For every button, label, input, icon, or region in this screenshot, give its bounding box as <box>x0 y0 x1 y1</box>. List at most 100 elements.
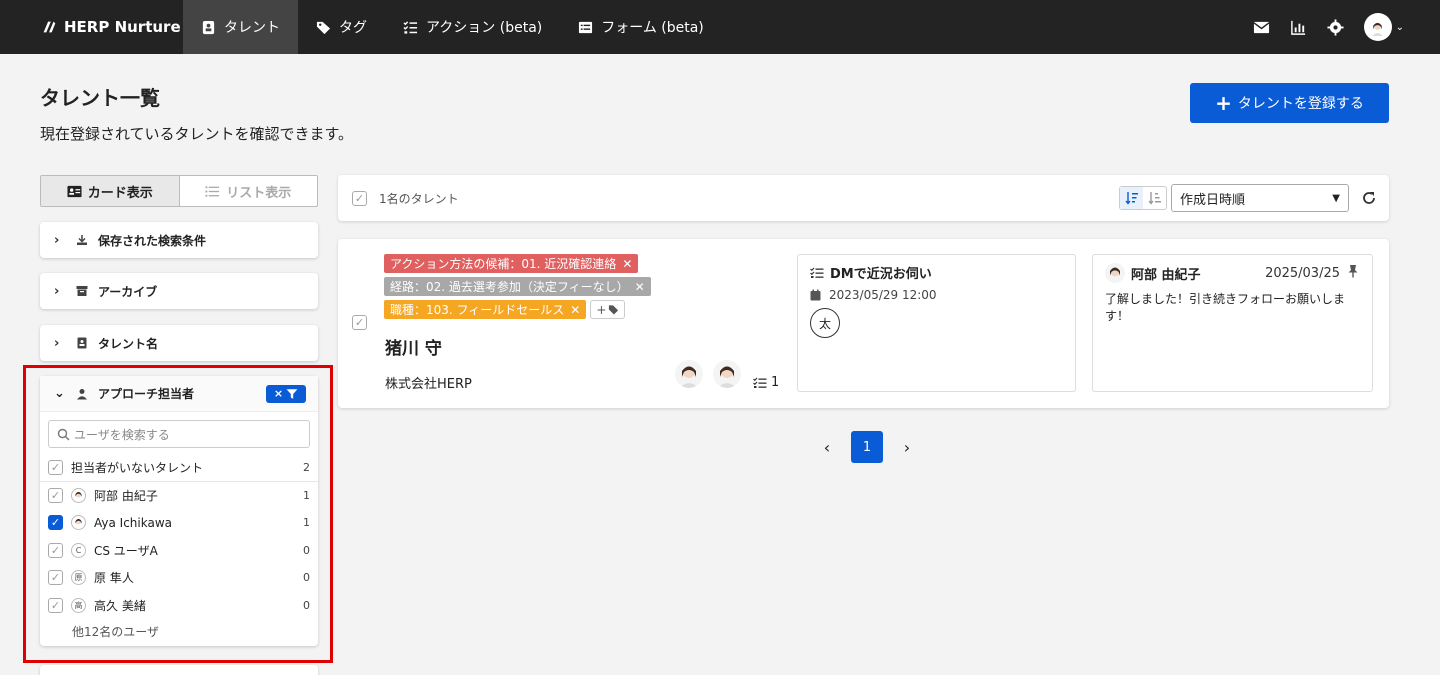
checklist-icon <box>753 377 767 388</box>
talent-card[interactable]: ✓ アクション方法の候補：01. 近況確認連絡 ✕ 経路：02. 過去選考参加（… <box>338 239 1389 408</box>
sort-direction-toggle <box>1119 186 1167 210</box>
list-icon <box>205 185 220 197</box>
user-search-input[interactable]: ユーザを検索する <box>48 420 310 448</box>
remove-tag-icon[interactable]: ✕ <box>570 303 580 317</box>
talent-checkbox[interactable]: ✓ <box>352 315 367 330</box>
user-count: 0 <box>303 543 310 557</box>
nav-item-form[interactable]: フォーム (beta) <box>560 0 722 54</box>
user-count: 0 <box>303 598 310 612</box>
gear-icon[interactable] <box>1327 18 1344 36</box>
action-owner-avatar: 太 <box>810 308 840 338</box>
search-icon <box>57 428 70 440</box>
checkbox[interactable]: ✓ <box>48 597 63 613</box>
avatar <box>1105 263 1125 283</box>
badge-icon <box>202 20 215 34</box>
approach-owner-title: アプローチ担当者 <box>98 387 195 401</box>
top-navigation: HERP Nurture タレント タグ アクション (beta) フォーム (… <box>0 0 1440 54</box>
card-view-button[interactable]: カード表示 <box>41 176 180 206</box>
pin-icon[interactable] <box>1346 264 1360 282</box>
user-row[interactable]: ✓ C CS ユーザA 0 <box>40 537 318 565</box>
memo-date: 2025/03/25 <box>1265 265 1340 281</box>
more-users-link[interactable]: 他12名のユーザ <box>40 623 318 640</box>
nav-item-action[interactable]: アクション (beta) <box>385 0 560 54</box>
talent-tags: アクション方法の候補：01. 近況確認連絡 ✕ 経路：02. 過去選考参加（決定… <box>384 254 651 319</box>
user-avatar <box>1363 13 1392 41</box>
user-name: 阿部 由紀子 <box>94 488 158 503</box>
checkbox[interactable]: ✓ <box>48 542 63 558</box>
action-date: 2023/05/29 12:00 <box>810 288 1063 302</box>
user-count: 2 <box>303 460 310 474</box>
user-row[interactable]: ✓ Aya Ichikawa 1 <box>40 509 318 537</box>
refresh-icon <box>1363 192 1375 204</box>
herp-logo-icon <box>43 21 56 33</box>
nav-item-label: フォーム (beta) <box>601 20 704 36</box>
brand-logo[interactable]: HERP Nurture <box>0 0 183 54</box>
register-talent-button[interactable]: + タレントを登録する <box>1190 83 1389 123</box>
tag-icon <box>316 21 331 34</box>
memo-author: 阿部 由紀子 <box>1131 267 1201 283</box>
add-tag-button[interactable]: + <box>590 300 626 319</box>
remove-tag-icon[interactable]: ✕ <box>635 280 645 294</box>
page-title: タレント一覧 <box>40 86 160 110</box>
chevron-right-icon: › <box>54 335 60 351</box>
nav-item-label: タグ <box>339 20 367 36</box>
brand-name: HERP Nurture <box>64 18 181 36</box>
register-button-label: タレントを登録する <box>1237 96 1364 112</box>
next-filter-panel[interactable] <box>40 665 318 675</box>
user-row[interactable]: ✓ 阿部 由紀子 1 <box>40 482 318 510</box>
tag-label: アクション方法の候補：01. 近況確認連絡 <box>390 257 617 271</box>
checkbox-checked[interactable]: ✓ <box>48 515 63 531</box>
memo-text: 了解しました！引き続きフォローお願いします！ <box>1105 292 1346 323</box>
page-subtitle: 現在登録されているタレントを確認できます。 <box>40 125 354 143</box>
no-owner-row[interactable]: ✓ 担当者がいないタレント 2 <box>40 454 318 482</box>
clear-filter-button[interactable]: × <box>266 384 306 403</box>
tag-icon <box>609 305 619 315</box>
view-toggle: カード表示 リスト表示 <box>40 175 318 207</box>
nav-item-talent[interactable]: タレント <box>183 0 298 54</box>
action-datetime: 2023/05/29 12:00 <box>829 288 937 302</box>
nav-item-label: アクション (beta) <box>426 20 543 36</box>
memo-box[interactable]: 阿部 由紀子 2025/03/25 了解しました！引き続きフォローお願いします！ <box>1092 254 1373 392</box>
list-view-label: リスト表示 <box>226 185 292 201</box>
checkbox[interactable]: ✓ <box>48 570 63 586</box>
action-box[interactable]: DMで近況お伺い 2023/05/29 12:00 太 <box>797 254 1076 392</box>
filter-talent-name[interactable]: › タレント名 <box>40 325 318 361</box>
talent-name[interactable]: 猪川 守 <box>385 334 442 359</box>
mail-icon[interactable] <box>1253 19 1270 36</box>
calendar-icon <box>810 289 821 301</box>
approach-owner-header[interactable]: ⌄ アプローチ担当者 × <box>40 376 318 412</box>
user-row[interactable]: ✓ 原 原 隼人 0 <box>40 564 318 592</box>
user-row[interactable]: ✓ 高 高久 美緒 0 <box>40 592 318 620</box>
chevron-right-icon: › <box>54 232 60 248</box>
memo-header: 阿部 由紀子 2025/03/25 <box>1105 263 1360 283</box>
checkbox[interactable]: ✓ <box>48 487 63 503</box>
action-title: DMで近況お伺い <box>810 263 1063 282</box>
tag-label: 職種：103. フィールドセールス <box>390 303 565 317</box>
select-all-checkbox[interactable]: ✓ <box>352 190 367 206</box>
sort-desc-button[interactable] <box>1120 187 1143 209</box>
user-name: 高久 美緒 <box>94 598 146 613</box>
list-view-button[interactable]: リスト表示 <box>180 176 318 206</box>
account-menu[interactable]: ⌄ <box>1363 13 1404 41</box>
user-count: 1 <box>303 488 310 502</box>
archive-icon <box>76 286 88 296</box>
filter-archive[interactable]: › アーカイブ <box>40 273 318 309</box>
refresh-button[interactable] <box>1349 190 1389 206</box>
person-icon <box>77 388 87 399</box>
results-toolbar: ✓ 1名のタレント 作成日時順 ▼ <box>338 175 1389 221</box>
checkbox[interactable]: ✓ <box>48 459 63 475</box>
chart-icon[interactable] <box>1290 19 1307 36</box>
filter-label: タレント名 <box>98 336 159 351</box>
page-button-current[interactable]: 1 <box>851 431 883 463</box>
next-page-button[interactable]: › <box>895 431 919 463</box>
badge-icon <box>77 337 87 349</box>
sort-asc-button[interactable] <box>1143 187 1166 209</box>
no-owner-label: 担当者がいないタレント <box>71 460 204 475</box>
sort-select[interactable]: 作成日時順 ▼ <box>1171 184 1349 212</box>
action-title-text: DMで近況お伺い <box>830 267 932 282</box>
tag-chip: アクション方法の候補：01. 近況確認連絡 ✕ <box>384 254 639 273</box>
nav-item-tag[interactable]: タグ <box>298 0 385 54</box>
prev-page-button[interactable]: ‹ <box>815 431 839 463</box>
filter-saved-conditions[interactable]: › 保存された検索条件 <box>40 222 318 258</box>
remove-tag-icon[interactable]: ✕ <box>622 257 632 271</box>
